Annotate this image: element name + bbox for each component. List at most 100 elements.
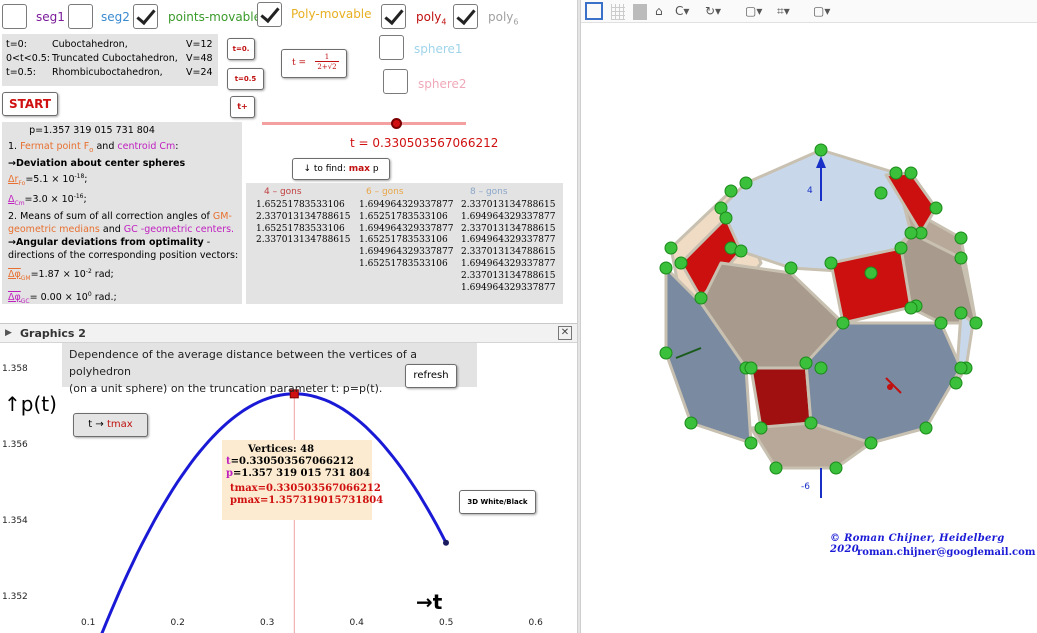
find-max-button[interactable]: ↓ to find: max p (292, 158, 390, 180)
gons-col-8: 2.337013134788615 1.694964329337877 2.3370… (461, 200, 555, 294)
gons-value: 2.337013134788615 (461, 223, 556, 234)
gons-value: 1.694964329337877 (461, 282, 556, 293)
gons-value: 1.694964329337877 (461, 258, 556, 269)
t-slider-track[interactable] (262, 122, 466, 125)
vertex-point[interactable] (864, 266, 878, 280)
start-button[interactable]: START (2, 92, 58, 116)
vertex-point[interactable] (769, 461, 783, 475)
vertex-point[interactable] (814, 143, 828, 157)
home-icon[interactable]: ⌂ (655, 4, 663, 20)
close-icon[interactable]: ✕ (558, 326, 572, 340)
gons-table: 4 – gons 6 – gons 8 – gons 1.65251783533… (246, 183, 563, 304)
t05-button[interactable]: t=0.5 (227, 68, 264, 90)
t-plus-button[interactable]: t+ (230, 96, 255, 118)
vertex-point[interactable] (929, 201, 943, 215)
red-square-bottom (749, 361, 813, 430)
gons-value: 1.694964329337877 (359, 200, 454, 210)
vertex-point[interactable] (684, 416, 698, 430)
vertex-point[interactable] (719, 211, 733, 225)
vertex-point[interactable] (739, 176, 753, 190)
vertex-point[interactable] (754, 421, 768, 435)
vertex-point[interactable] (836, 316, 850, 330)
gons-value: 2.337013134788615 (461, 200, 556, 210)
vertex-point[interactable] (904, 166, 918, 180)
t-slider-thumb[interactable] (390, 118, 402, 129)
gons-value: 1.65251783533106 (359, 211, 448, 222)
vertex-point[interactable] (694, 291, 708, 305)
results-text: 1. Fermat point Fo and centroid Cm: →Dev… (8, 141, 239, 306)
sphere2-checkbox[interactable] (383, 69, 408, 94)
gons-col-4: 1.65251783533106 2.337013134788615 1.65251… (256, 200, 350, 247)
points-movable-checkbox[interactable] (133, 4, 158, 29)
sphere2-label: sphere2 (418, 77, 467, 91)
vertex-point[interactable] (784, 261, 798, 275)
vertex-point[interactable] (954, 361, 968, 375)
y-tick-label: 1.354 (2, 516, 28, 526)
vertex-point[interactable] (949, 376, 963, 390)
t0-button[interactable]: t=0. (227, 38, 255, 60)
seg2-checkbox[interactable] (68, 4, 93, 29)
vertex-point[interactable] (954, 306, 968, 320)
vertex-point[interactable] (799, 356, 813, 370)
3d-white-black-button[interactable]: 3D White/Black (459, 490, 536, 514)
y-tick-label: 1.356 (2, 440, 28, 450)
t-formula-button[interactable]: t = 1 2+√2 (281, 49, 347, 78)
vertex-point[interactable] (954, 231, 968, 245)
vertex-point[interactable] (659, 346, 673, 360)
vertex-point[interactable] (829, 461, 843, 475)
vertex-point[interactable] (744, 436, 758, 450)
vertex-point[interactable] (659, 261, 673, 275)
vertex-point[interactable] (734, 244, 748, 258)
vertex-point[interactable] (664, 241, 678, 255)
vertex-point[interactable] (969, 316, 983, 330)
vertex-point[interactable] (894, 241, 908, 255)
vertex-point[interactable] (954, 251, 968, 265)
gons-value: 2.337013134788615 (256, 211, 351, 222)
graphics2-titlebar: ▶ Graphics 2 ✕ (0, 323, 577, 343)
max-info-tooltip: Vertices: 48 t=0.330503567066212 p=1.357… (222, 440, 383, 520)
poly-movable-checkbox[interactable] (257, 2, 282, 27)
gons-value: 1.694964329337877 (359, 223, 454, 234)
x-tick-label: 0.6 (529, 618, 544, 628)
collapse-arrow-icon[interactable]: ▶ (5, 328, 12, 338)
polyhedra-info-box: t=0: Cuboctahedron, V=12 0<t<0.5: Truncated… (2, 34, 218, 86)
vertex-point[interactable] (814, 361, 828, 375)
vertex-point[interactable] (904, 301, 918, 315)
x-tick-label: 0.2 (171, 618, 185, 628)
view-cube-icon[interactable]: ▢▾ (745, 4, 762, 20)
t-slider-value: t = 0.330503567066212 (350, 136, 499, 150)
vertex-point[interactable] (724, 184, 738, 198)
graphics-view-icon[interactable] (585, 2, 603, 20)
sphere1-label: sphere1 (414, 42, 463, 56)
point-capture-icon[interactable]: ⌗▾ (777, 4, 790, 20)
vertex-point[interactable] (804, 416, 818, 430)
vertex-point[interactable] (674, 256, 688, 270)
vertex-point[interactable] (744, 361, 758, 375)
shade-icon[interactable] (633, 4, 647, 20)
x-tick-label: 0.3 (260, 618, 274, 628)
curve-end-point (443, 539, 449, 546)
refresh-button[interactable]: refresh (405, 364, 457, 388)
vertex-point[interactable] (874, 186, 888, 200)
vertex-point[interactable] (934, 316, 948, 330)
poly4-checkbox[interactable] (381, 4, 406, 29)
poly6-checkbox[interactable] (453, 4, 478, 29)
y-tick-label: 1.352 (2, 592, 28, 602)
rotate-icon[interactable]: C▾ (675, 4, 689, 20)
grid-icon[interactable] (611, 4, 625, 20)
gons-value: 1.65251783533106 (256, 200, 345, 210)
vertex-point[interactable] (919, 421, 933, 435)
animate-icon[interactable]: ↻▾ (705, 4, 721, 20)
vertex-point[interactable] (889, 166, 903, 180)
x-tick-label: 0.5 (439, 618, 453, 628)
projection-icon[interactable]: ▢▾ (813, 4, 830, 20)
t-to-tmax-button[interactable]: t → tmax (73, 413, 148, 437)
vertex-point[interactable] (864, 436, 878, 450)
poly-movable-label: Poly-movable (291, 7, 372, 21)
vertex-point[interactable] (824, 256, 838, 270)
t-formula-prefix: t = (292, 58, 307, 68)
sphere1-checkbox[interactable] (379, 35, 404, 60)
seg1-checkbox[interactable] (2, 4, 27, 29)
vertex-point[interactable] (904, 226, 918, 240)
x-tick-label: 0.4 (350, 618, 365, 628)
